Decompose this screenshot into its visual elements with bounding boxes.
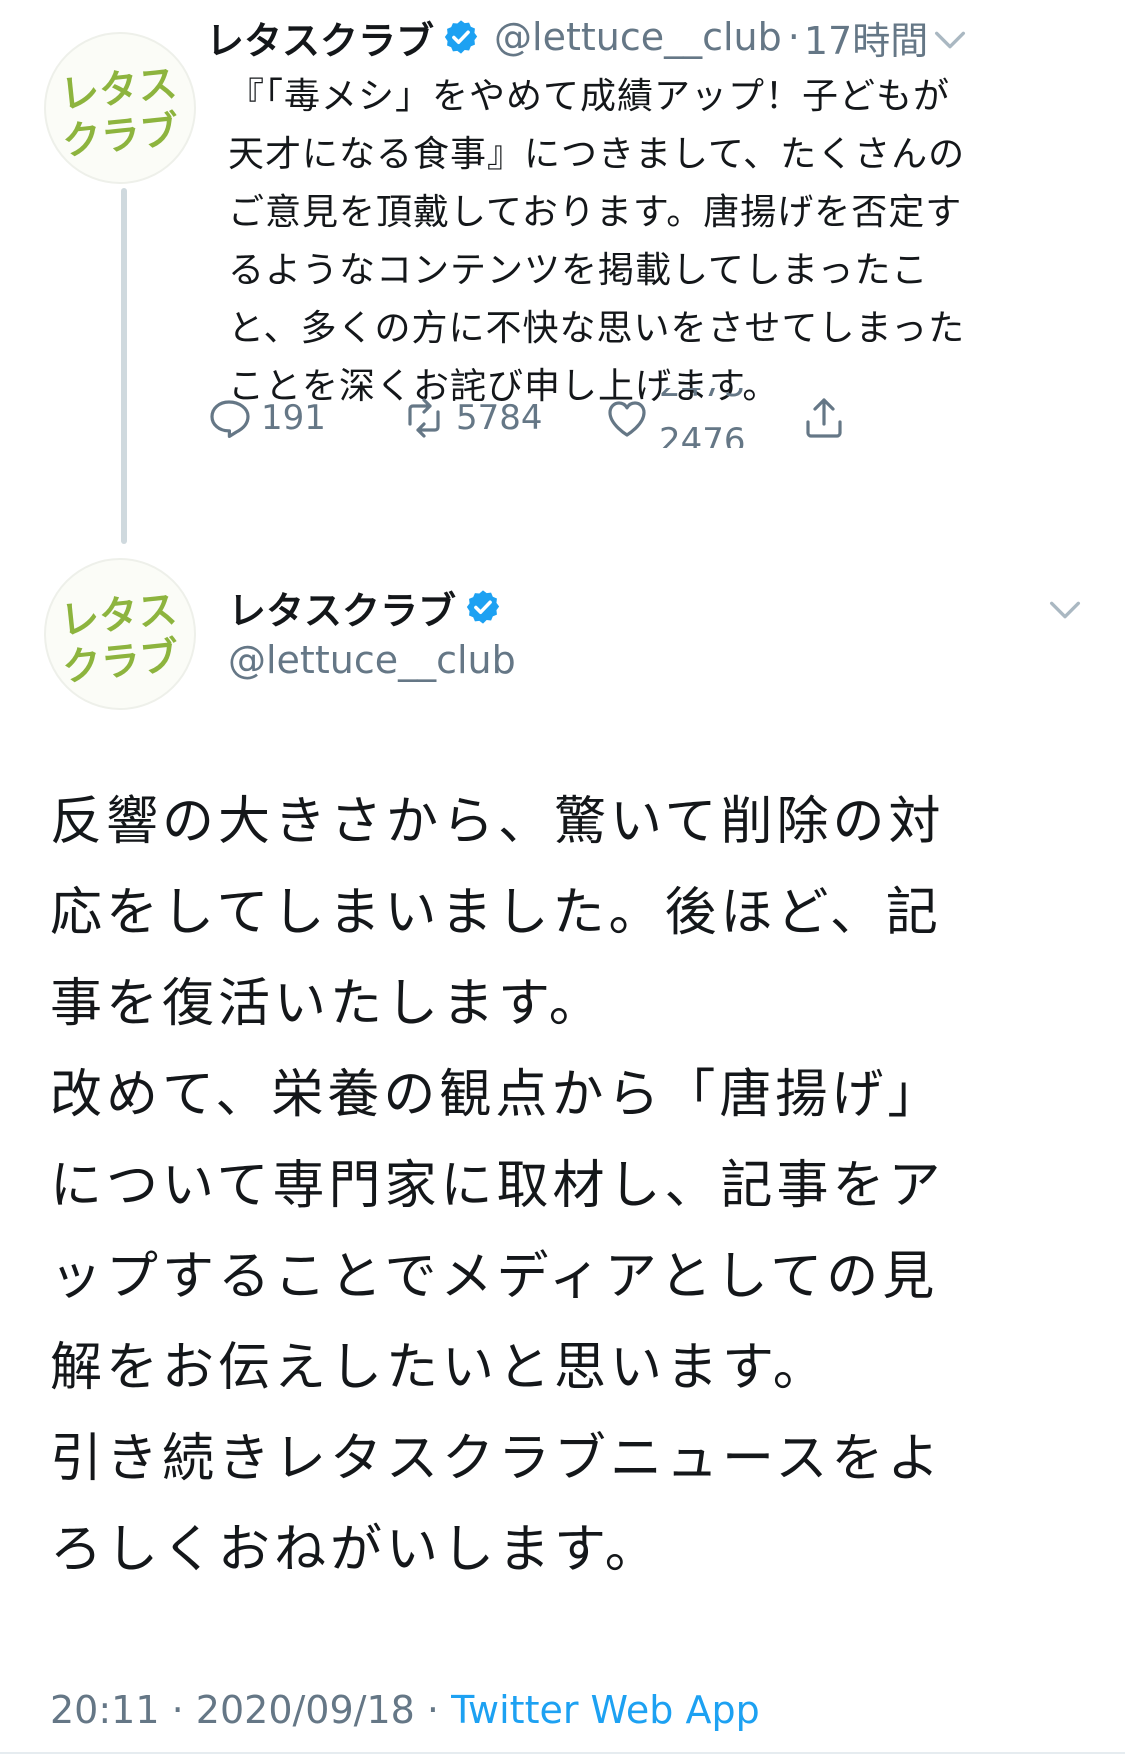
lettuce-club-logo: レタス クラブ bbox=[58, 61, 181, 165]
reply-icon bbox=[210, 400, 250, 438]
tweet-date[interactable]: 2020/09/18 bbox=[196, 1688, 415, 1732]
like-count-new: 2476 bbox=[659, 421, 746, 448]
tweet1-header: レタスクラブ @lettuce__club · 17時間 bbox=[206, 14, 928, 63]
tweet-time[interactable]: 20:11 bbox=[50, 1688, 160, 1732]
author-handle[interactable]: @lettuce__club bbox=[228, 638, 516, 682]
thread-line bbox=[121, 188, 127, 544]
verified-badge-icon bbox=[466, 590, 500, 624]
reply-button[interactable]: 191 bbox=[205, 388, 326, 448]
verified-badge-icon bbox=[444, 20, 478, 54]
tweet-meta: 20:11 · 2020/09/18 · Twitter Web App bbox=[50, 1688, 760, 1732]
retweet-button[interactable]: 5784 bbox=[400, 388, 543, 448]
share-button[interactable] bbox=[800, 388, 848, 448]
tweet1-body: 『「毒メシ」をやめて成績アップ！子どもが 天才になる食事』につきまして、たくさん… bbox=[228, 76, 966, 407]
author-name[interactable]: レタスクラブ bbox=[228, 580, 456, 635]
tweet-time[interactable]: 17時間 bbox=[804, 10, 928, 65]
reply-count: 191 bbox=[261, 398, 326, 438]
like-button[interactable]: 2475 2476 bbox=[603, 388, 754, 448]
heart-icon bbox=[608, 401, 646, 437]
divider bbox=[0, 1752, 1125, 1754]
like-count-old: 2475 bbox=[659, 388, 746, 402]
separator: · bbox=[426, 1688, 440, 1732]
avatar[interactable]: レタス クラブ bbox=[44, 558, 196, 710]
avatar[interactable]: レタス クラブ bbox=[44, 32, 196, 184]
like-count-rolling: 2475 2476 bbox=[659, 388, 754, 448]
chevron-down-icon[interactable] bbox=[930, 20, 970, 60]
tweet2-body: 反響の大きさから、驚いて削除の対 応をしてしまいました。後ほど、記 事を復活いた… bbox=[50, 792, 945, 1580]
author-handle[interactable]: @lettuce__club bbox=[494, 15, 782, 59]
lettuce-club-logo: レタス クラブ bbox=[58, 587, 181, 691]
source-app-link[interactable]: Twitter Web App bbox=[451, 1688, 760, 1732]
chevron-down-icon[interactable] bbox=[1045, 590, 1085, 630]
retweet-icon bbox=[408, 398, 440, 438]
tweet2-author[interactable]: レタスクラブ bbox=[228, 584, 502, 633]
separator: · bbox=[787, 15, 800, 59]
separator: · bbox=[171, 1688, 184, 1732]
retweet-count: 5784 bbox=[456, 398, 543, 438]
share-icon bbox=[806, 398, 842, 438]
author-name[interactable]: レタスクラブ bbox=[206, 10, 434, 65]
